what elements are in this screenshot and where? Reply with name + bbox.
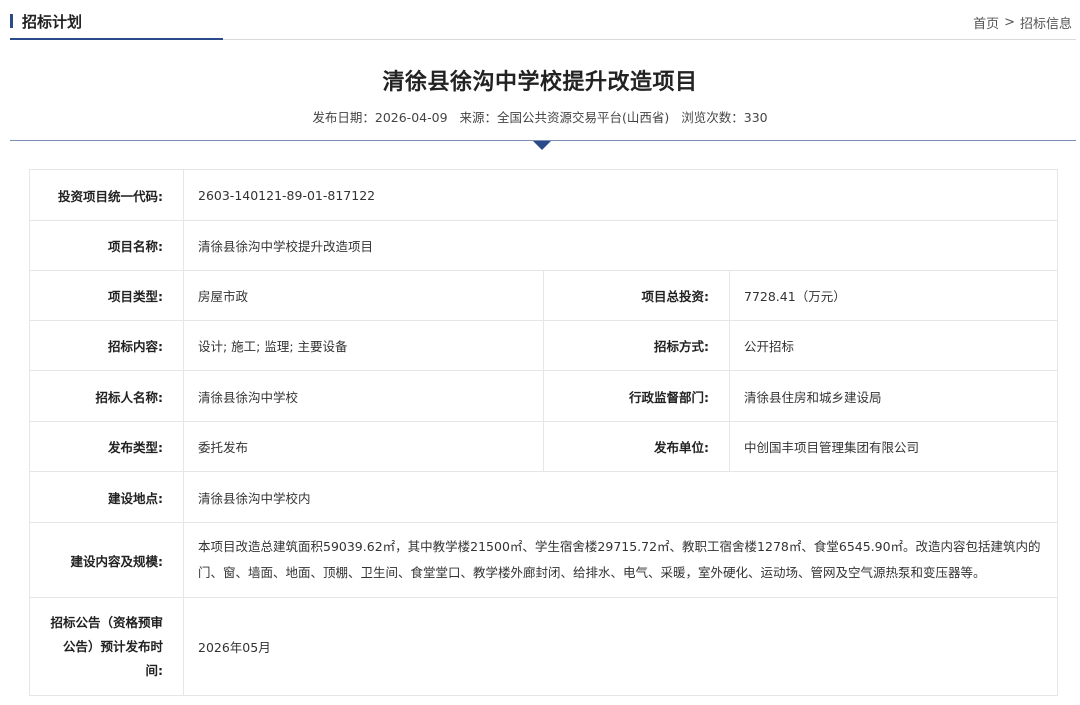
table-row: 建设内容及规模: 本项目改造总建筑面积59039.62㎡，其中教学楼21500㎡… xyxy=(29,522,1059,598)
publish-date: 发布日期：2026-04-09 xyxy=(312,110,448,125)
announce-time-label: 招标公告（资格预审 公告）预计发布时 间: xyxy=(29,597,184,696)
publish-type-value: 委托发布 xyxy=(183,421,544,472)
table-row: 投资项目统一代码: 2603-140121-89-01-817122 xyxy=(29,169,1059,221)
supervisor-label: 行政监督部门: xyxy=(543,370,730,422)
header-bar: 招标计划 首页 > 招标信息 xyxy=(10,0,1076,40)
table-row: 招标内容: 设计; 施工; 监理; 主要设备 招标方式: 公开招标 xyxy=(29,320,1059,371)
bid-content-label: 招标内容: xyxy=(29,320,184,371)
page: 招标计划 首页 > 招标信息 清徐县徐沟中学校提升改造项目 发布日期：2026-… xyxy=(0,0,1080,705)
publish-type-label: 发布类型: xyxy=(29,421,184,472)
bid-method-label: 招标方式: xyxy=(543,320,730,371)
project-name-value: 清徐县徐沟中学校提升改造项目 xyxy=(182,220,1059,271)
total-investment-value: 7728.41（万元） xyxy=(728,270,1059,321)
investment-code-value: 2603-140121-89-01-817122 xyxy=(182,169,1059,221)
location-label: 建设地点: xyxy=(29,471,184,523)
divider-arrow-icon xyxy=(533,141,551,150)
investment-code-label: 投资项目统一代码: xyxy=(29,169,184,221)
bid-content-value: 设计; 施工; 监理; 主要设备 xyxy=(183,320,544,371)
supervisor-value: 清徐县住房和城乡建设局 xyxy=(728,370,1059,422)
view-count: 浏览次数：330 xyxy=(681,110,768,125)
announce-time-value: 2026年05月 xyxy=(182,597,1059,696)
bid-method-value: 公开招标 xyxy=(728,320,1059,371)
scope-label: 建设内容及规模: xyxy=(29,522,184,598)
publisher-label: 发布单位: xyxy=(543,421,730,472)
project-name-label: 项目名称: xyxy=(29,220,184,271)
location-value: 清徐县徐沟中学校内 xyxy=(182,471,1059,523)
breadcrumb-separator: > xyxy=(1004,15,1015,30)
table-row: 建设地点: 清徐县徐沟中学校内 xyxy=(29,471,1059,523)
section-title-text: 招标计划 xyxy=(22,12,83,31)
section-title: 招标计划 xyxy=(10,11,82,31)
publisher-value: 中创国丰项目管理集团有限公司 xyxy=(728,421,1059,472)
table-row: 招标公告（资格预审 公告）预计发布时 间: 2026年05月 xyxy=(29,597,1059,696)
breadcrumb-current-link[interactable]: 招标信息 xyxy=(1020,13,1072,32)
total-investment-label: 项目总投资: xyxy=(543,270,730,321)
table-row: 发布类型: 委托发布 发布单位: 中创国丰项目管理集团有限公司 xyxy=(29,421,1059,472)
table-row: 项目名称: 清徐县徐沟中学校提升改造项目 xyxy=(29,220,1059,271)
table-row: 招标人名称: 清徐县徐沟中学校 行政监督部门: 清徐县住房和城乡建设局 xyxy=(29,370,1059,422)
article-meta: 发布日期：2026-04-09 来源：全国公共资源交易平台(山西省) 浏览次数：… xyxy=(0,107,1080,126)
announce-time-label-line3: 间: xyxy=(145,662,164,678)
page-title: 清徐县徐沟中学校提升改造项目 xyxy=(382,70,698,95)
project-type-value: 房屋市政 xyxy=(183,270,544,321)
title-bar-icon xyxy=(10,14,13,28)
tenderer-label: 招标人名称: xyxy=(29,370,184,422)
tenderer-value: 清徐县徐沟中学校 xyxy=(183,370,544,422)
table-row: 项目类型: 房屋市政 项目总投资: 7728.41（万元） xyxy=(29,270,1059,321)
scope-value: 本项目改造总建筑面积59039.62㎡，其中教学楼21500㎡、学生宿舍楼297… xyxy=(182,522,1059,598)
header-accent-line xyxy=(10,38,223,40)
announce-time-label-line2: 公告）预计发布时 xyxy=(62,638,163,654)
project-info-table: 投资项目统一代码: 2603-140121-89-01-817122 项目名称:… xyxy=(29,169,1059,696)
announce-time-label-line1: 招标公告（资格预审 xyxy=(50,614,163,630)
breadcrumb-home-link[interactable]: 首页 xyxy=(973,13,999,32)
source: 来源：全国公共资源交易平台(山西省) xyxy=(459,110,670,125)
project-type-label: 项目类型: xyxy=(29,270,184,321)
breadcrumb: 首页 > 招标信息 xyxy=(973,13,1072,32)
